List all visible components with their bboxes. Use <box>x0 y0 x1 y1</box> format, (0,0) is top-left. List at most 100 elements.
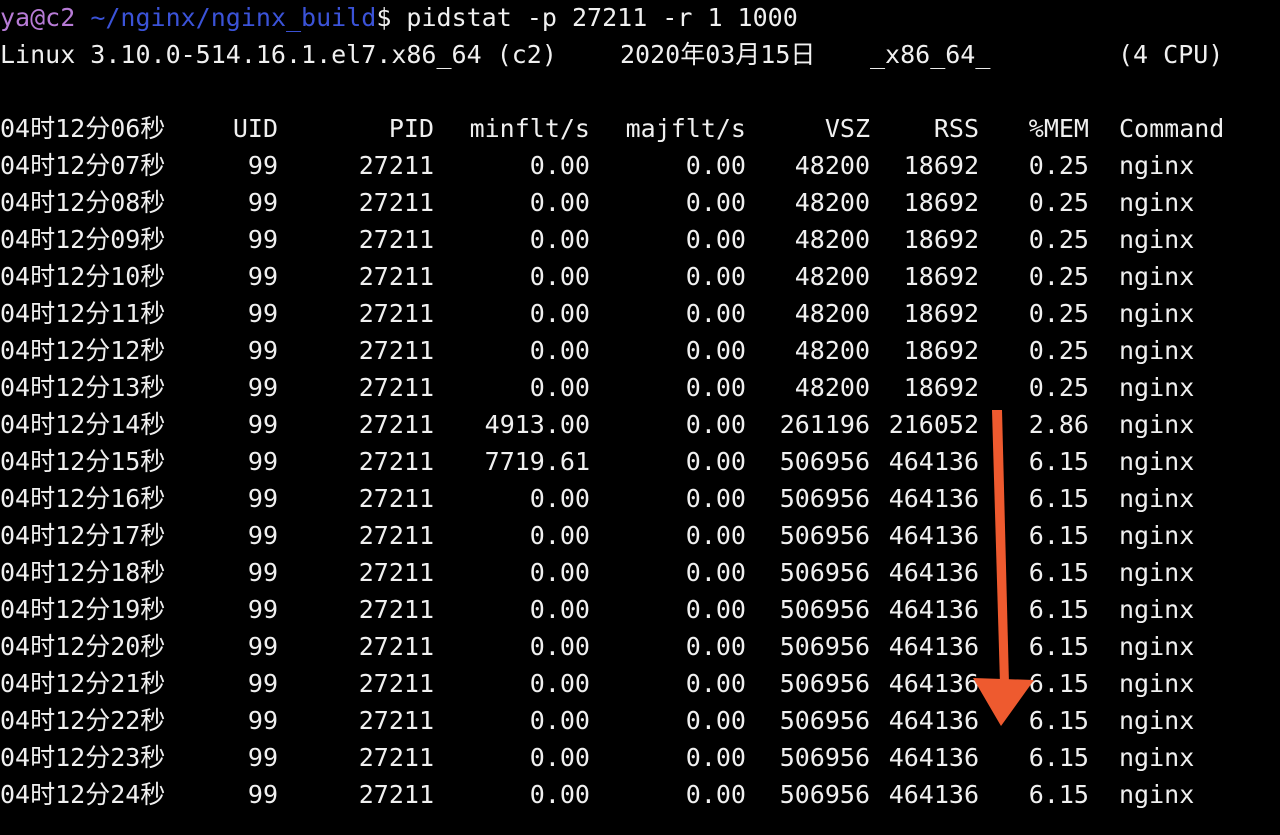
cell-majflt: 0.00 <box>685 484 746 513</box>
cell-minflt: 0.00 <box>529 669 590 698</box>
cell-uid: 99 <box>247 780 278 809</box>
cell-time: 04时12分08秒 <box>0 188 166 217</box>
cell-rss: 464136 <box>888 706 979 735</box>
cell-uid: 99 <box>247 299 278 328</box>
cell-majflt: 0.00 <box>685 225 746 254</box>
cell-uid: 99 <box>247 447 278 476</box>
cell-minflt: 0.00 <box>529 188 590 217</box>
cell-pid: 27211 <box>358 669 434 698</box>
cell-rss: 464136 <box>888 595 979 624</box>
cell-rss: 18692 <box>903 262 979 291</box>
cell-vsz: 506956 <box>779 595 870 624</box>
cell-mem: 0.25 <box>1028 373 1089 402</box>
cell-minflt: 0.00 <box>529 632 590 661</box>
cell-time: 04时12分24秒 <box>0 780 166 809</box>
cell-command: nginx <box>1119 373 1195 402</box>
cell-uid: 99 <box>247 743 278 772</box>
cell-uid: 99 <box>247 632 278 661</box>
cell-minflt: 0.00 <box>529 780 590 809</box>
cell-rss: 18692 <box>903 336 979 365</box>
cell-vsz: 48200 <box>794 373 870 402</box>
cell-vsz: 506956 <box>779 447 870 476</box>
cell-majflt: 0.00 <box>685 558 746 587</box>
cell-majflt: 0.00 <box>685 780 746 809</box>
cell-rss: 18692 <box>903 299 979 328</box>
architecture: _x86_64_ <box>870 40 991 69</box>
cell-pid: 27211 <box>358 447 434 476</box>
cell-time: 04时12分13秒 <box>0 373 166 402</box>
cell-minflt: 0.00 <box>529 299 590 328</box>
cell-mem: 0.25 <box>1028 151 1089 180</box>
cell-minflt: 0.00 <box>529 484 590 513</box>
table-header: 04时12分06秒 UID PID minflt/s majflt/s VSZ RSS %ME… <box>0 110 1280 147</box>
cell-pid: 27211 <box>358 558 434 587</box>
terminal-window[interactable]: ya@c2 ~/nginx/nginx_build$ pidstat -p 27… <box>0 0 1280 835</box>
cell-vsz: 506956 <box>779 706 870 735</box>
cell-rss: 464136 <box>888 521 979 550</box>
table-row: 04时12分24秒 99 27211 0.00 0.00 506956 464136 6.15… <box>0 776 1280 813</box>
cell-vsz: 48200 <box>794 188 870 217</box>
cell-majflt: 0.00 <box>685 521 746 550</box>
cell-majflt: 0.00 <box>685 262 746 291</box>
cell-time: 04时12分22秒 <box>0 706 166 735</box>
cell-mem: 0.25 <box>1028 188 1089 217</box>
header-rss: RSS <box>933 114 979 143</box>
cell-rss: 464136 <box>888 780 979 809</box>
cell-command: nginx <box>1119 225 1195 254</box>
system-info-line: Linux 3.10.0-514.16.1.el7.x86_64 (c2) 20… <box>0 36 1280 73</box>
command-text: pidstat -p 27211 -r 1 1000 <box>391 3 798 32</box>
cell-uid: 99 <box>247 706 278 735</box>
cell-minflt: 4913.00 <box>484 410 590 439</box>
cell-pid: 27211 <box>358 521 434 550</box>
cell-mem: 6.15 <box>1028 521 1089 550</box>
prompt-user-host: ya@c2 <box>0 3 76 32</box>
cell-uid: 99 <box>247 595 278 624</box>
cell-minflt: 0.00 <box>529 521 590 550</box>
cell-vsz: 506956 <box>779 780 870 809</box>
cell-pid: 27211 <box>358 410 434 439</box>
cell-mem: 2.86 <box>1028 410 1089 439</box>
cell-uid: 99 <box>247 484 278 513</box>
header-time: 04时12分06秒 <box>0 114 166 143</box>
cell-minflt: 0.00 <box>529 225 590 254</box>
cell-rss: 216052 <box>888 410 979 439</box>
cell-majflt: 0.00 <box>685 299 746 328</box>
table-row: 04时12分17秒 99 27211 0.00 0.00 506956 464136 6.15… <box>0 517 1280 554</box>
cell-time: 04时12分16秒 <box>0 484 166 513</box>
cell-pid: 27211 <box>358 336 434 365</box>
cell-pid: 27211 <box>358 373 434 402</box>
cell-time: 04时12分19秒 <box>0 595 166 624</box>
cell-majflt: 0.00 <box>685 336 746 365</box>
prompt-path: ~/nginx/nginx_build <box>90 3 377 32</box>
cell-pid: 27211 <box>358 632 434 661</box>
cell-vsz: 506956 <box>779 521 870 550</box>
cell-uid: 99 <box>247 262 278 291</box>
cell-time: 04时12分23秒 <box>0 743 166 772</box>
cell-rss: 464136 <box>888 484 979 513</box>
cell-time: 04时12分15秒 <box>0 447 166 476</box>
cell-minflt: 0.00 <box>529 595 590 624</box>
table-row: 04时12分14秒 99 27211 4913.00 0.00 261196 216052 2… <box>0 406 1280 443</box>
cell-rss: 464136 <box>888 447 979 476</box>
cell-minflt: 0.00 <box>529 558 590 587</box>
cell-pid: 27211 <box>358 151 434 180</box>
cell-majflt: 0.00 <box>685 151 746 180</box>
prompt-symbol: $ <box>376 3 392 32</box>
cell-uid: 99 <box>247 521 278 550</box>
cell-vsz: 48200 <box>794 336 870 365</box>
cell-pid: 27211 <box>358 299 434 328</box>
cell-time: 04时12分07秒 <box>0 151 166 180</box>
table-row: 04时12分15秒 99 27211 7719.61 0.00 506956 464136 6… <box>0 443 1280 480</box>
cell-uid: 99 <box>247 669 278 698</box>
cell-majflt: 0.00 <box>685 632 746 661</box>
cell-majflt: 0.00 <box>685 410 746 439</box>
table-row: 04时12分19秒 99 27211 0.00 0.00 506956 464136 6.15… <box>0 591 1280 628</box>
table-row: 04时12分12秒 99 27211 0.00 0.00 48200 18692 0.25 ng… <box>0 332 1280 369</box>
cell-mem: 6.15 <box>1028 558 1089 587</box>
cell-time: 04时12分21秒 <box>0 669 166 698</box>
cell-command: nginx <box>1119 669 1195 698</box>
cell-minflt: 0.00 <box>529 336 590 365</box>
cell-command: nginx <box>1119 706 1195 735</box>
cell-vsz: 48200 <box>794 225 870 254</box>
cell-pid: 27211 <box>358 262 434 291</box>
